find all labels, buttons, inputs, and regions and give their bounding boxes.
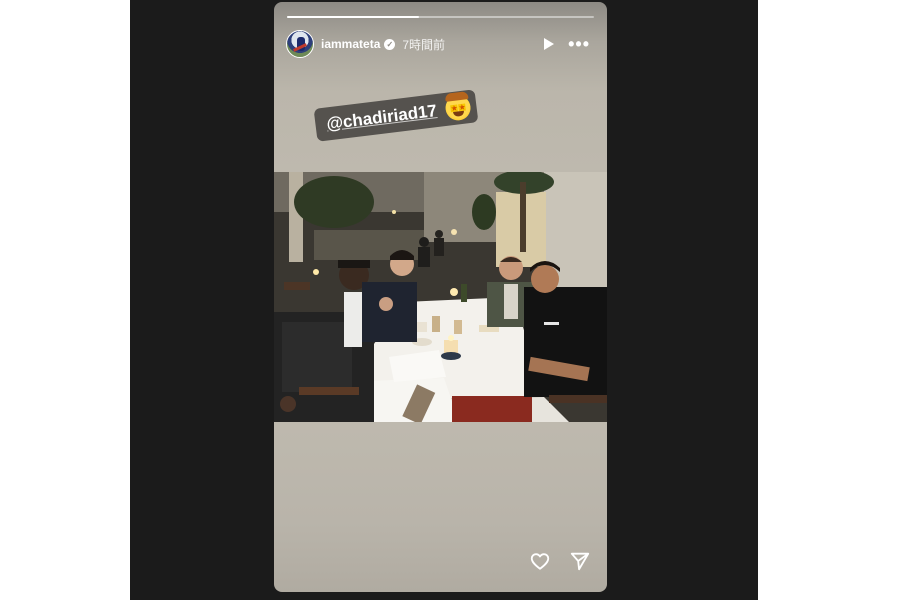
mention-sticker[interactable]: @chadiriad17 ★ ★ [313, 89, 479, 142]
mention-handle[interactable]: @chadiriad17 [325, 101, 438, 134]
play-icon[interactable] [544, 38, 555, 50]
more-options-icon[interactable]: ••• [568, 35, 590, 53]
photo-illustration [274, 172, 607, 422]
story-footer-actions [529, 550, 591, 572]
story-username[interactable]: iammateta [321, 37, 380, 51]
story-progress-bar [287, 16, 594, 18]
star-struck-cowboy-emoji: ★ ★ [444, 91, 473, 122]
heart-icon[interactable] [529, 550, 551, 572]
emoji-mouth [453, 110, 465, 117]
verified-badge-icon: ✓ [384, 38, 396, 50]
story-header: iammateta ✓ 7時間前 ••• [286, 29, 596, 59]
story-timestamp: 7時間前 [402, 37, 446, 52]
share-send-icon[interactable] [569, 550, 591, 572]
story-viewer[interactable]: iammateta ✓ 7時間前 ••• @chadiriad17 ★ ★ [274, 2, 607, 592]
story-header-controls: ••• [544, 35, 596, 53]
emoji-hat [444, 91, 469, 102]
restaurant-dinner-photo [274, 172, 607, 422]
avatar[interactable] [286, 30, 314, 58]
story-progress-fill [287, 16, 419, 18]
